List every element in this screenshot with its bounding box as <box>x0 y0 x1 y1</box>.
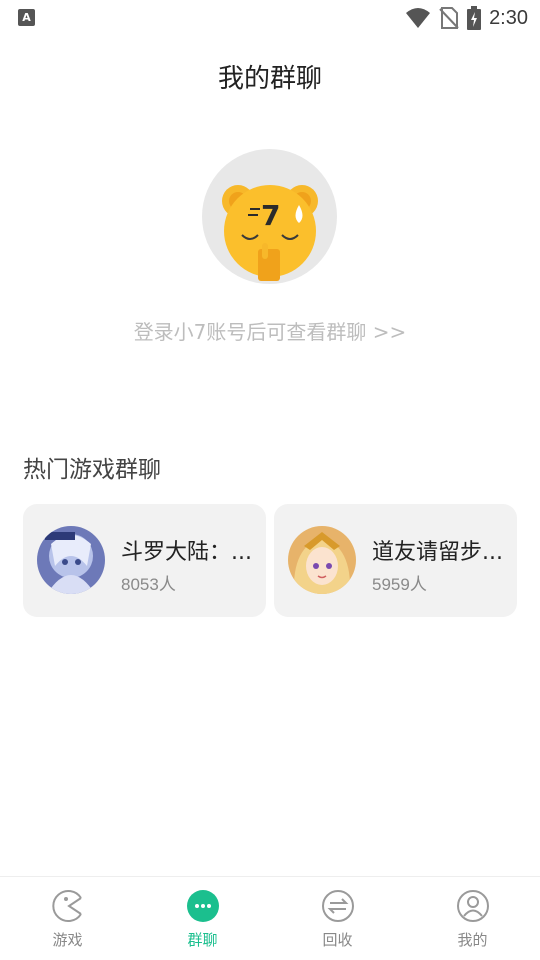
section-title: 热门游戏群聊 <box>23 457 161 483</box>
tab-group-chat[interactable]: 群聊 <box>135 877 270 960</box>
game-avatar <box>288 526 356 594</box>
tab-mine[interactable]: 我的 <box>405 877 540 960</box>
page-title: 我的群聊 <box>217 64 322 94</box>
battery-charging-icon <box>467 6 482 30</box>
member-count: 8053人 <box>121 575 176 594</box>
no-sim-icon <box>439 7 459 29</box>
group-card[interactable]: 斗罗大陆：... 8053人 <box>23 504 266 617</box>
group-card[interactable]: 道友请留步... 5959人 <box>274 504 517 617</box>
tab-games[interactable]: 游戏 <box>0 877 135 960</box>
bottom-tab-bar: 游戏 群聊 回收 我的 <box>0 876 540 960</box>
exchange-icon <box>321 890 354 922</box>
group-name: 斗罗大陆：... <box>121 540 252 565</box>
game-avatar <box>37 526 105 594</box>
status-time: 2:30 <box>489 6 528 29</box>
svg-text:7: 7 <box>261 199 280 232</box>
chat-bubble-icon <box>186 890 219 922</box>
mascot-icon: 7 <box>222 185 318 281</box>
pacman-icon <box>51 890 82 922</box>
group-name: 道友请留步... <box>372 540 503 565</box>
member-count: 5959人 <box>372 575 427 594</box>
tab-label: 回收 <box>322 931 353 949</box>
tab-label: 我的 <box>457 931 488 949</box>
wifi-icon <box>406 8 431 28</box>
tab-label: 游戏 <box>52 931 83 949</box>
mascot-avatar[interactable]: 7 <box>202 149 337 284</box>
tab-recycle[interactable]: 回收 <box>270 877 405 960</box>
login-link[interactable]: 登录小7账号后可查看群聊 >> <box>0 316 540 345</box>
status-right: 2:30 <box>405 5 528 31</box>
status-bar: A 2:30 <box>0 0 540 36</box>
keyboard-notification-icon: A <box>18 9 35 26</box>
user-icon <box>456 890 489 922</box>
tab-label: 群聊 <box>187 931 218 949</box>
